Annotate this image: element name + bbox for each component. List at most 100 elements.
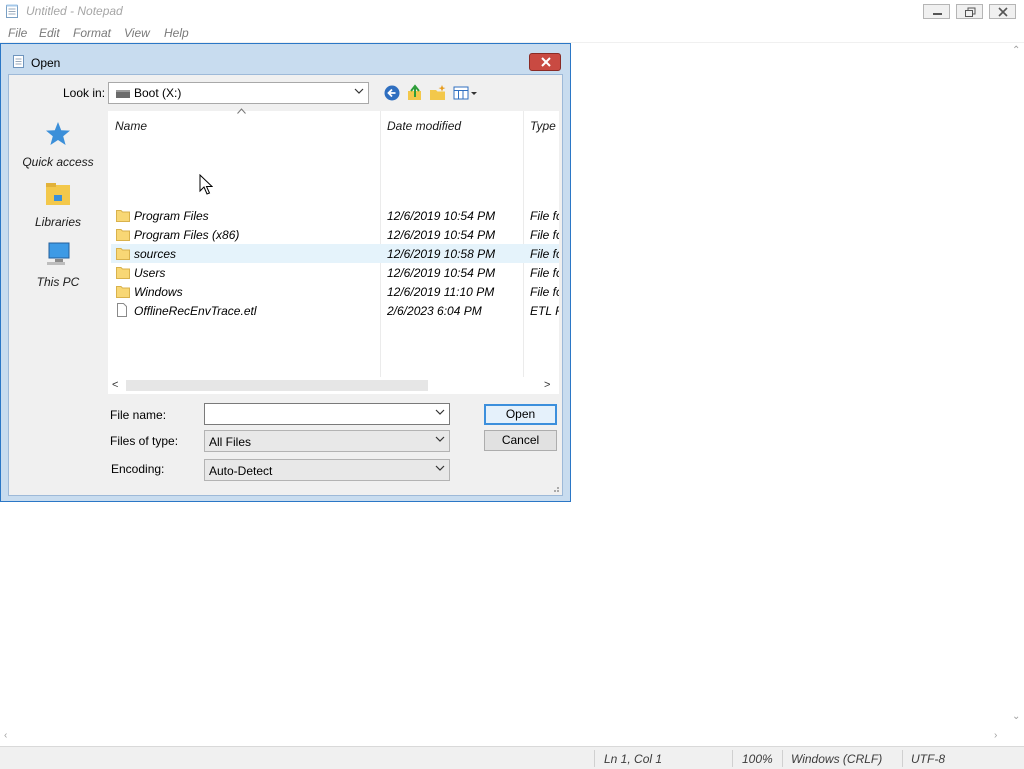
view-menu-icon[interactable] <box>452 84 480 102</box>
file-list[interactable]: Name Date modified Type Program Files 12/… <box>108 108 559 394</box>
file-name: Program Files <box>134 209 209 223</box>
scrollbar-corner <box>1008 729 1024 745</box>
status-bar: Ln 1, Col 1 100% Windows (CRLF) UTF-8 <box>0 746 1024 769</box>
scroll-down-icon[interactable]: ⌄ <box>1012 711 1020 722</box>
menu-edit[interactable]: Edit <box>39 26 60 40</box>
files-of-type-value: All Files <box>209 435 252 449</box>
file-date: 2/6/2023 6:04 PM <box>387 304 482 318</box>
menu-bar: File Edit Format View Help <box>0 23 1024 43</box>
place-libraries[interactable]: Libraries <box>9 181 107 237</box>
look-in-dropdown[interactable]: Boot (X:) <box>108 82 369 104</box>
scroll-left-icon[interactable]: < <box>112 379 118 391</box>
encoding-dropdown[interactable]: Auto-Detect <box>204 459 450 481</box>
scroll-left-icon[interactable]: ‹ <box>4 730 7 741</box>
mouse-pointer-icon <box>199 174 213 195</box>
file-date: 12/6/2019 10:54 PM <box>387 266 496 280</box>
status-zoom: 100% <box>742 752 773 766</box>
drive-icon <box>116 90 130 98</box>
horizontal-scrollbar[interactable]: ‹ › <box>0 729 1008 745</box>
look-in-value: Boot (X:) <box>134 86 182 100</box>
file-date: 12/6/2019 10:58 PM <box>387 247 496 261</box>
files-of-type-label: Files of type: <box>110 434 179 448</box>
file-row[interactable]: Windows 12/6/2019 11:10 PM File fo <box>111 282 559 301</box>
chevron-down-icon <box>354 88 364 94</box>
scroll-thumb[interactable] <box>126 380 428 391</box>
menu-file[interactable]: File <box>8 26 27 40</box>
scroll-up-icon[interactable]: ⌃ <box>1012 45 1020 56</box>
file-name: Windows <box>134 285 183 299</box>
place-label: Quick access <box>22 155 94 169</box>
column-header-date[interactable]: Date modified <box>387 119 461 133</box>
file-date: 12/6/2019 10:54 PM <box>387 209 496 223</box>
folder-icon <box>116 267 130 279</box>
look-in-label: Look in: <box>63 86 106 100</box>
place-this-pc[interactable]: This PC <box>9 241 107 297</box>
scroll-right-icon[interactable]: › <box>994 730 997 741</box>
close-icon <box>998 7 1008 17</box>
file-row[interactable]: Program Files (x86) 12/6/2019 10:54 PM Fil… <box>111 225 559 244</box>
file-name-input[interactable] <box>204 403 450 425</box>
status-line-ending: Windows (CRLF) <box>791 752 883 766</box>
back-icon[interactable] <box>383 84 401 102</box>
close-icon <box>541 57 551 67</box>
folder-icon <box>116 210 130 222</box>
encoding-value: Auto-Detect <box>209 464 273 478</box>
folder-icon <box>116 286 130 298</box>
close-window-button[interactable] <box>989 4 1016 19</box>
file-row[interactable]: Users 12/6/2019 10:54 PM File fo <box>111 263 559 282</box>
column-header-type[interactable]: Type <box>530 119 556 133</box>
place-quick-access[interactable]: Quick access <box>9 121 107 177</box>
status-encoding: UTF-8 <box>911 752 945 766</box>
dialog-title: Open <box>31 56 61 70</box>
resize-grip-icon[interactable] <box>550 483 560 493</box>
place-label: This PC <box>36 275 80 289</box>
minimize-button[interactable] <box>923 4 950 19</box>
file-type: File fo <box>530 228 559 242</box>
libraries-icon <box>46 183 70 205</box>
file-name-label: File name: <box>110 408 167 422</box>
menu-view[interactable]: View <box>124 26 150 40</box>
menu-help[interactable]: Help <box>164 26 189 40</box>
file-list-hscrollbar[interactable]: < > <box>108 377 559 394</box>
up-folder-icon[interactable] <box>406 84 424 102</box>
status-separator <box>782 750 783 767</box>
encoding-label: Encoding: <box>111 462 165 476</box>
window-title: Untitled - Notepad <box>26 4 123 18</box>
places-bar: Quick access Libraries This PC <box>9 111 107 391</box>
star-icon <box>46 122 70 145</box>
status-separator <box>594 750 595 767</box>
file-name: Program Files (x86) <box>134 228 240 242</box>
file-icon <box>117 303 127 317</box>
computer-icon <box>47 242 70 265</box>
file-date: 12/6/2019 10:54 PM <box>387 228 496 242</box>
chevron-down-icon[interactable] <box>435 407 445 417</box>
cancel-button[interactable]: Cancel <box>484 430 557 451</box>
vertical-scrollbar[interactable]: ⌃ ⌄ <box>1008 43 1024 729</box>
dialog-notepad-icon <box>13 55 24 68</box>
file-row[interactable]: OfflineRecEnvTrace.etl 2/6/2023 6:04 PM ET… <box>111 301 559 320</box>
files-of-type-dropdown[interactable]: All Files <box>204 430 450 452</box>
notepad-titlebar: Untitled - Notepad <box>0 0 1024 23</box>
dialog-close-button[interactable] <box>529 53 561 71</box>
restore-button[interactable] <box>956 4 983 19</box>
open-dialog: Open Look in: Boot (X:) Quick access Lib… <box>0 43 571 502</box>
new-folder-icon[interactable] <box>429 84 447 102</box>
scroll-right-icon[interactable]: > <box>544 379 550 391</box>
file-type: File fo <box>530 209 559 223</box>
file-date: 12/6/2019 11:10 PM <box>387 285 495 299</box>
folder-icon <box>116 248 130 260</box>
file-type: File fo <box>530 266 559 280</box>
file-name: Users <box>134 266 166 280</box>
status-separator <box>902 750 903 767</box>
menu-format[interactable]: Format <box>73 26 111 40</box>
file-row[interactable]: Program Files 12/6/2019 10:54 PM File fo <box>111 206 559 225</box>
restore-icon <box>965 7 976 17</box>
file-type: File fo <box>530 285 559 299</box>
open-button[interactable]: Open <box>484 404 557 425</box>
column-header-name[interactable]: Name <box>115 119 147 133</box>
file-row[interactable]: sources 12/6/2019 10:58 PM File fo <box>111 244 559 263</box>
chevron-down-icon <box>435 436 445 442</box>
place-label: Libraries <box>34 215 82 229</box>
notepad-icon <box>6 4 18 18</box>
file-name: sources <box>134 247 177 261</box>
